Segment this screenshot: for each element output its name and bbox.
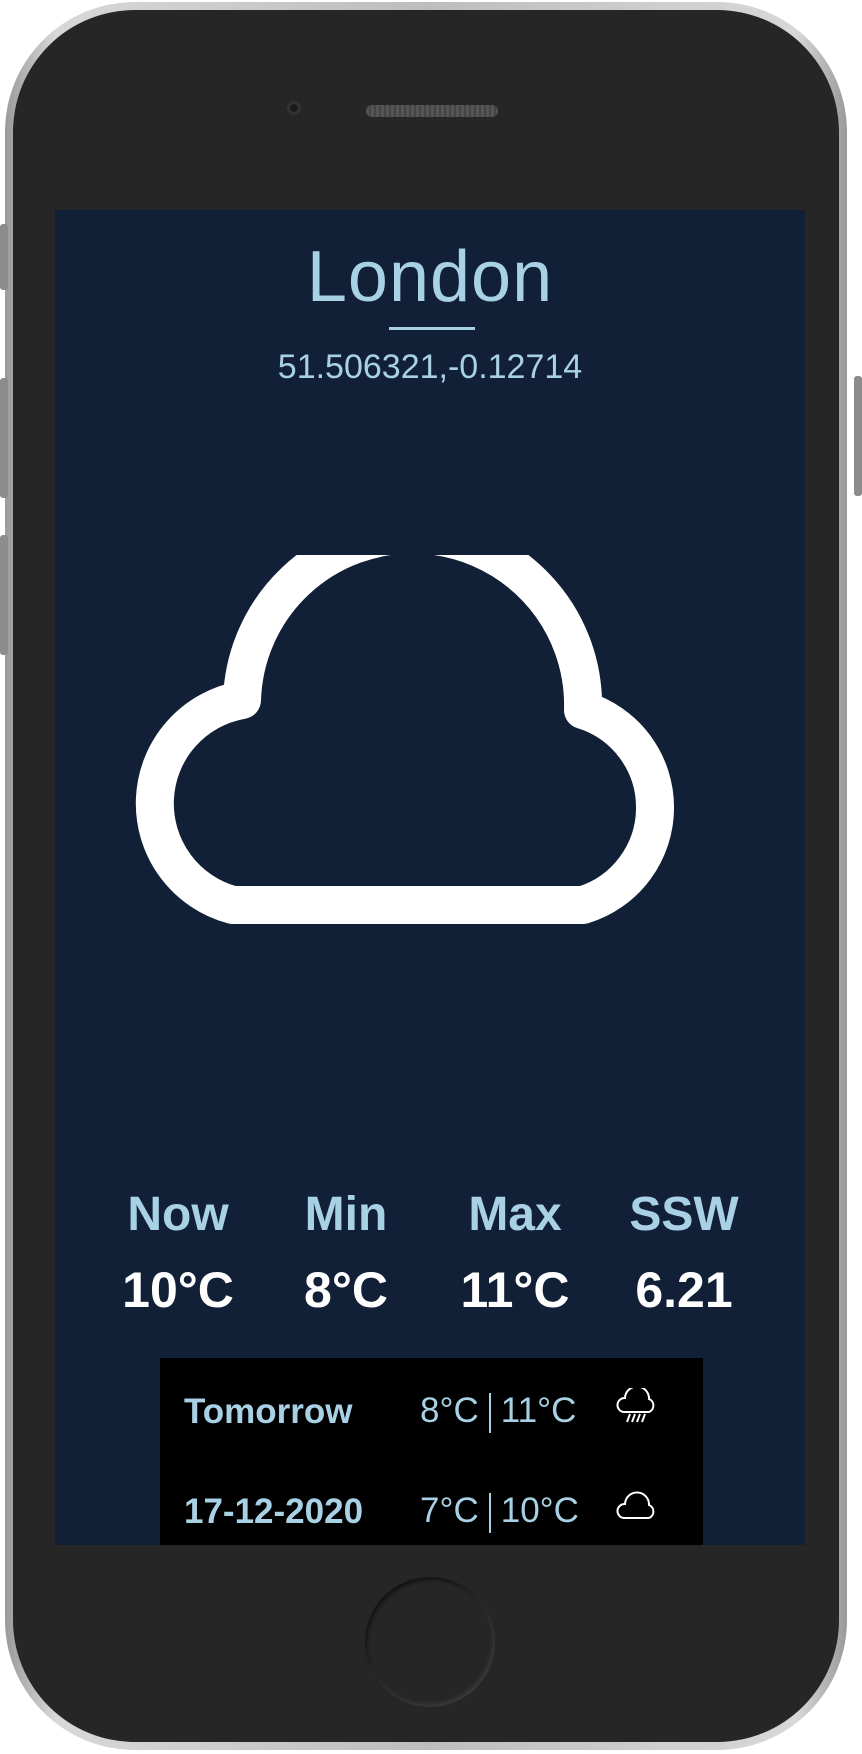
forecast-list[interactable]: Tomorrow 8°C 11°C 17-12-2020 7°C 10°C	[160, 1358, 703, 1545]
side-button-volume-down	[0, 535, 8, 655]
stat-min: Min 8°C	[261, 1180, 431, 1330]
current-stats: Now 10°C Min 8°C Max 11°C SSW 6.21	[55, 1180, 805, 1340]
stat-value: 10°C	[122, 1262, 234, 1318]
forecast-max: 11°C	[500, 1391, 577, 1430]
forecast-day: 17-12-2020	[184, 1492, 364, 1531]
stat-value: 6.21	[635, 1262, 733, 1318]
forecast-row[interactable]: 17-12-2020 7°C 10°C	[160, 1478, 703, 1538]
side-button-mute	[0, 224, 8, 290]
stat-max: Max 11°C	[430, 1180, 600, 1330]
forecast-row[interactable]: Tomorrow 8°C 11°C	[160, 1378, 703, 1438]
forecast-temps: 8°C 11°C	[420, 1391, 576, 1433]
forecast-min: 7°C	[420, 1491, 479, 1530]
earpiece-speaker	[366, 105, 498, 117]
front-camera	[287, 101, 301, 115]
home-button[interactable]	[365, 1577, 495, 1707]
forecast-day: Tomorrow	[184, 1392, 353, 1431]
cloud-icon	[616, 1491, 655, 1519]
weather-screen: London 51.506321,-0.12714 Now 10°C Min 8…	[55, 210, 805, 1545]
forecast-temps: 7°C 10°C	[420, 1491, 579, 1533]
temp-separator	[488, 1392, 491, 1433]
stat-label: Now	[127, 1188, 229, 1241]
side-button-volume-up	[0, 378, 8, 498]
stat-label: SSW	[629, 1188, 739, 1241]
forecast-min: 8°C	[420, 1391, 479, 1430]
stat-value: 11°C	[460, 1262, 570, 1318]
temp-separator	[488, 1492, 491, 1533]
title-divider	[389, 327, 475, 330]
rain-cloud-icon	[616, 1388, 655, 1423]
side-button-power	[854, 376, 862, 496]
stat-label: Min	[304, 1188, 388, 1241]
forecast-max: 10°C	[500, 1491, 579, 1530]
coordinates: 51.506321,-0.12714	[277, 348, 583, 386]
cloud-icon	[135, 555, 674, 924]
stat-value: 8°C	[304, 1262, 388, 1318]
stat-label: Max	[468, 1188, 562, 1241]
stat-now: Now 10°C	[93, 1180, 263, 1330]
city-name: London	[306, 237, 554, 317]
stat-wind: SSW 6.21	[599, 1180, 769, 1330]
